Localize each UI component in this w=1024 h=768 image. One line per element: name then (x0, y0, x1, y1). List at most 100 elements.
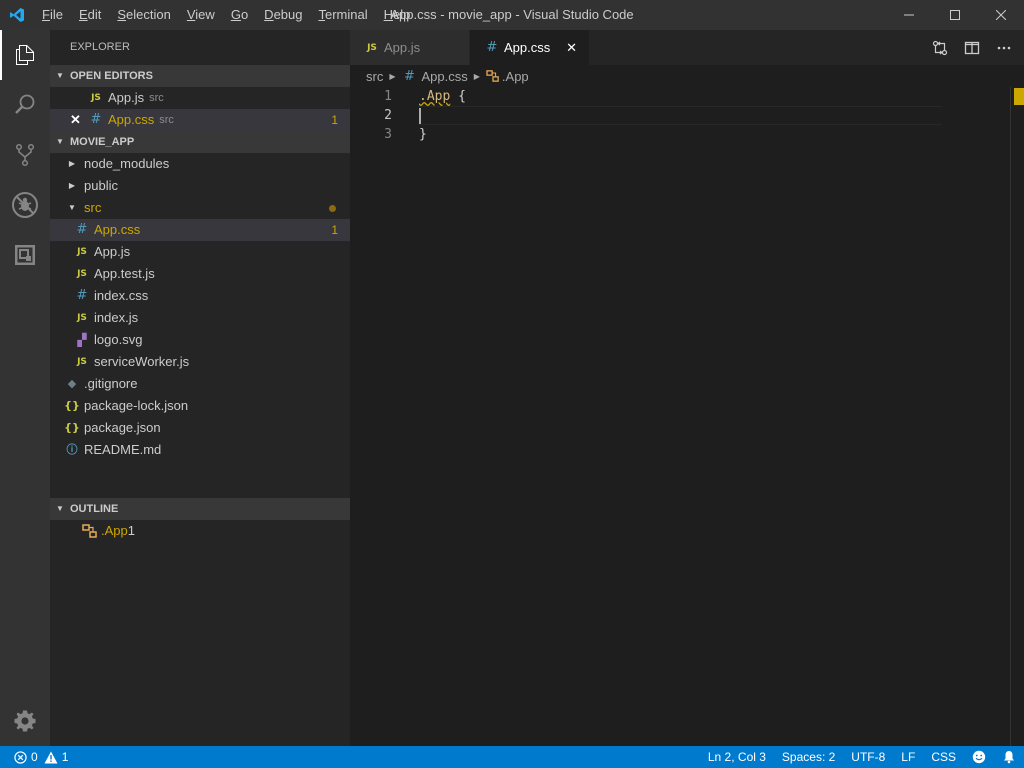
tab-app-js[interactable]: JS App.js (350, 30, 470, 65)
maximize-button[interactable] (932, 0, 978, 30)
warning-icon (44, 751, 58, 763)
file-label: README.md (84, 442, 162, 457)
file-label: App.test.js (94, 266, 155, 281)
problems-indicator[interactable]: 0 1 (14, 750, 68, 764)
smiley-icon (972, 750, 986, 764)
debug-button[interactable] (0, 180, 50, 230)
debug-icon (12, 192, 38, 218)
file-serviceworker-js[interactable]: JS serviceWorker.js (50, 351, 350, 373)
breadcrumb-symbol[interactable]: .App (502, 69, 529, 84)
js-file-icon: JS (91, 93, 101, 103)
file-package-lock-json[interactable]: {} package-lock.json (50, 395, 350, 417)
file-index-css[interactable]: # index.css (50, 285, 350, 307)
css-file-icon: # (404, 68, 415, 84)
menu-terminal[interactable]: Terminal (310, 0, 375, 30)
source-control-button[interactable] (0, 130, 50, 180)
menu-go[interactable]: Go (223, 0, 256, 30)
cursor-position[interactable]: Ln 2, Col 3 (708, 750, 766, 764)
open-editors-label: OPEN EDITORS (70, 70, 153, 82)
extensions-button[interactable] (0, 230, 50, 280)
split-editor-button[interactable] (958, 34, 986, 62)
breadcrumb-folder[interactable]: src (366, 69, 383, 84)
chevron-right-icon: ▶ (68, 159, 76, 168)
file-readme-md[interactable]: ⓘ README.md (50, 439, 350, 461)
notifications-button[interactable] (1002, 750, 1016, 764)
breadcrumb-file[interactable]: App.css (422, 69, 468, 84)
explorer-button[interactable] (0, 30, 50, 80)
chevron-right-icon: ▶ (68, 181, 76, 190)
css-file-icon: # (90, 112, 102, 127)
end-of-line[interactable]: LF (901, 750, 915, 764)
overview-ruler[interactable] (1010, 87, 1024, 746)
file-gitignore[interactable]: ◆ .gitignore (50, 373, 350, 395)
chevron-down-icon: ▼ (68, 203, 76, 212)
line-content: .App { (419, 87, 466, 106)
language-mode[interactable]: CSS (931, 750, 956, 764)
minimize-icon (904, 14, 914, 16)
file-logo-svg[interactable]: ▞ logo.svg (50, 329, 350, 351)
folder-node-modules[interactable]: ▶ node_modules (50, 153, 350, 175)
outline-item-app[interactable]: .App 1 (50, 520, 350, 542)
activity-bar (0, 30, 50, 746)
code-editor[interactable]: 1 .App { 2 3 } (350, 87, 1024, 746)
file-label: App.js (94, 244, 131, 259)
json-file-icon: {} (64, 399, 80, 412)
js-file-icon: JS (77, 313, 87, 323)
menu-file[interactable]: File (34, 0, 71, 30)
open-editor-item-app-js[interactable]: JS App.js src (50, 87, 350, 109)
text-cursor (419, 108, 421, 124)
chevron-right-icon: ▶ (473, 71, 480, 81)
line-number: 1 (384, 89, 392, 104)
js-file-icon: JS (77, 247, 87, 257)
menu-view[interactable]: View (179, 0, 223, 30)
feedback-button[interactable] (972, 750, 986, 764)
close-window-button[interactable] (978, 0, 1024, 30)
folder-public[interactable]: ▶ public (50, 175, 350, 197)
file-app-css[interactable]: # App.css 1 (50, 219, 350, 241)
warning-marker (1014, 88, 1024, 105)
open-editors-header[interactable]: ▼ OPEN EDITORS (50, 65, 350, 87)
close-tab-button[interactable]: ✕ (566, 40, 577, 56)
outline-item-label: .App (101, 523, 128, 538)
close-editor-icon[interactable]: ✕ (70, 109, 88, 131)
file-label: package-lock.json (84, 398, 189, 413)
window-controls (886, 0, 1024, 30)
manage-button[interactable] (0, 696, 50, 746)
encoding[interactable]: UTF-8 (851, 750, 885, 764)
menu-selection[interactable]: Selection (109, 0, 178, 30)
line-number: 3 (384, 127, 392, 142)
menu-help[interactable]: Help (376, 0, 419, 30)
file-label: serviceWorker.js (94, 354, 190, 369)
file-label: App.css (94, 222, 141, 237)
folder-src[interactable]: ▼ src (50, 197, 350, 219)
css-selector-icon (82, 524, 97, 538)
file-package-json[interactable]: {} package.json (50, 417, 350, 439)
outline-label: OUTLINE (70, 503, 119, 515)
menu-edit[interactable]: Edit (71, 0, 109, 30)
open-editor-item-app-css[interactable]: ✕ # App.css src 1 (50, 109, 350, 131)
menu-debug[interactable]: Debug (256, 0, 310, 30)
open-changes-button[interactable] (926, 34, 954, 62)
file-app-js[interactable]: JS App.js (50, 241, 350, 263)
chevron-down-icon: ▼ (56, 71, 64, 80)
folder-label: src (84, 200, 102, 215)
git-file-icon: ◆ (67, 377, 77, 390)
file-index-js[interactable]: JS index.js (50, 307, 350, 329)
indentation[interactable]: Spaces: 2 (782, 750, 835, 764)
more-actions-button[interactable] (990, 34, 1018, 62)
close-icon (996, 10, 1006, 20)
project-header[interactable]: ▼ MOVIE_APP (50, 131, 350, 153)
minimize-button[interactable] (886, 0, 932, 30)
file-app-test-js[interactable]: JS App.test.js (50, 263, 350, 285)
info-file-icon: ⓘ (66, 443, 78, 456)
file-label: logo.svg (94, 332, 143, 347)
code-line: 3 } (350, 125, 950, 144)
open-editor-label: App.js (108, 90, 145, 105)
search-button[interactable] (0, 80, 50, 130)
folder-label: public (84, 178, 118, 193)
split-editor-icon (964, 41, 980, 54)
outline-header[interactable]: ▼ OUTLINE (50, 498, 350, 520)
tab-app-css[interactable]: # App.css ✕ (470, 30, 590, 65)
problem-count-badge: 1 (331, 113, 338, 127)
js-file-icon: JS (77, 357, 87, 367)
